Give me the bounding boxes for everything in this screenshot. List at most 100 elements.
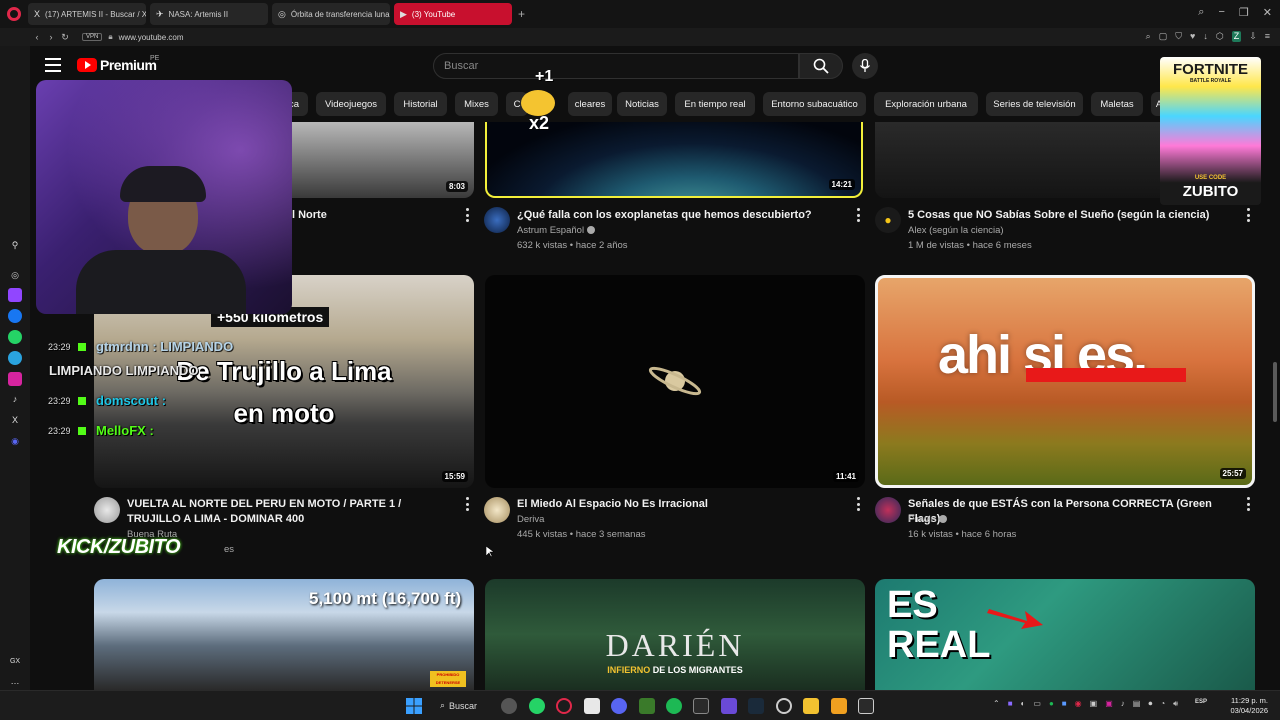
media-app-icon[interactable] xyxy=(748,698,764,714)
more-options-icon[interactable] xyxy=(463,208,471,222)
video-thumbnail[interactable]: ES REAL xyxy=(875,579,1255,690)
chip[interactable]: Noticias xyxy=(617,92,667,116)
whatsapp-icon[interactable] xyxy=(529,698,545,714)
search-input[interactable]: Buscar xyxy=(433,53,799,79)
tray-app-icon[interactable]: ▤ xyxy=(1133,699,1141,709)
opera-gx-logo-icon[interactable] xyxy=(0,0,28,28)
clock[interactable]: 11:29 p. m. 03/04/2026 xyxy=(1222,696,1268,716)
more-options-icon[interactable] xyxy=(854,497,862,511)
chip[interactable]: Entorno subacuático xyxy=(763,92,866,116)
obs-icon[interactable] xyxy=(776,698,792,714)
task-view-icon[interactable] xyxy=(501,698,517,714)
download-manager-icon[interactable]: ⇩ xyxy=(1249,31,1257,42)
heart-icon[interactable]: ♥ xyxy=(1190,31,1195,42)
channel-name[interactable]: Alex (según la ciencia) xyxy=(908,225,1004,236)
profile-icon[interactable]: Z xyxy=(1231,31,1242,42)
vpn-badge[interactable]: VPN xyxy=(82,33,103,41)
notes-app-icon[interactable] xyxy=(831,698,847,714)
tab-x-search[interactable]: X (17) ARTEMIS II - Buscar / X xyxy=(28,3,146,25)
wifi-icon[interactable]: ◔ xyxy=(1160,699,1165,709)
new-tab-icon[interactable]: + xyxy=(518,7,525,21)
channel-name[interactable]: Deriva xyxy=(517,514,544,525)
video-title[interactable]: Señales de que ESTÁS con la Persona CORR… xyxy=(908,497,1238,527)
extensions-icon[interactable]: ⬡ xyxy=(1216,31,1224,42)
video-thumbnail[interactable]: 11:41 xyxy=(485,275,865,488)
windows-start-icon[interactable] xyxy=(406,698,422,714)
opera-gx-icon[interactable] xyxy=(556,698,572,714)
chip[interactable]: Videojuegos xyxy=(316,92,386,116)
instagram-icon[interactable] xyxy=(8,372,22,386)
more-options-icon[interactable] xyxy=(1244,497,1252,511)
tray-app-icon[interactable]: ■ xyxy=(1062,699,1067,709)
hamburger-menu-icon[interactable] xyxy=(45,58,61,72)
reload-icon[interactable]: ↻ xyxy=(58,32,72,43)
snapshot-icon[interactable]: ▢ xyxy=(1159,31,1168,42)
terminal-icon[interactable] xyxy=(858,698,874,714)
ai-icon[interactable]: ◎ xyxy=(8,268,22,282)
channel-avatar[interactable] xyxy=(484,497,510,523)
youtube-logo-icon[interactable] xyxy=(77,58,97,72)
video-thumbnail[interactable]: 5,100 mt (16,700 ft) PROHIBIDO DETENERSE xyxy=(94,579,474,690)
more-icon[interactable]: … xyxy=(8,674,22,688)
chip[interactable]: En tiempo real xyxy=(675,92,755,116)
forward-icon[interactable]: › xyxy=(44,32,58,42)
lightbulb-icon[interactable]: ● xyxy=(875,207,901,233)
taskbar-search[interactable]: ⌕ Buscar xyxy=(440,700,477,711)
microphone-icon[interactable]: ⏺ xyxy=(1148,699,1152,709)
search-tabs-icon[interactable]: ⌕ xyxy=(1198,6,1204,19)
shield-icon[interactable]: ⛉ xyxy=(1175,31,1182,42)
tray-app-icon[interactable]: ▣ xyxy=(1105,699,1113,709)
maximize-icon[interactable]: ❐ xyxy=(1239,6,1249,19)
store-icon[interactable] xyxy=(584,698,600,714)
channel-name[interactable]: Pinwin xyxy=(908,514,947,525)
more-options-icon[interactable] xyxy=(854,208,862,222)
tray-app-icon[interactable]: ◐ xyxy=(1021,699,1026,709)
pin-icon[interactable]: ⚲ xyxy=(8,238,22,252)
tab-youtube[interactable]: ▶ (3) YouTube xyxy=(394,3,512,25)
back-icon[interactable]: ‹ xyxy=(30,32,44,42)
channel-avatar[interactable] xyxy=(484,207,510,233)
more-options-icon[interactable] xyxy=(463,497,471,511)
video-title[interactable]: VUELTA AL NORTE DEL PERU EN MOTO / PARTE… xyxy=(127,497,452,527)
volume-icon[interactable]: 🔊︎ xyxy=(1173,699,1178,709)
discord-icon[interactable]: ◉ xyxy=(8,434,22,448)
x-twitter-icon[interactable]: X xyxy=(8,413,22,427)
zoom-icon[interactable]: ⌕ xyxy=(1146,31,1151,42)
video-title[interactable]: l Norte xyxy=(292,208,327,223)
chip[interactable]: Maletas xyxy=(1091,92,1143,116)
url-field[interactable]: www.youtube.com xyxy=(119,33,184,42)
tray-app-icon[interactable]: ● xyxy=(1049,699,1054,709)
gx-label[interactable]: GX xyxy=(8,654,22,668)
tab-orbit[interactable]: ◎ Órbita de transferencia lunar xyxy=(272,3,390,25)
spotify-icon[interactable] xyxy=(666,698,682,714)
chip[interactable]: Mixes xyxy=(455,92,498,116)
file-explorer-icon[interactable] xyxy=(803,698,819,714)
channel-avatar[interactable] xyxy=(875,497,901,523)
shield-app-icon[interactable] xyxy=(639,698,655,714)
youtube-brand[interactable]: Premium xyxy=(100,57,157,73)
channel-name[interactable]: Astrum Español xyxy=(517,225,596,236)
page-scrollbar[interactable] xyxy=(1273,362,1277,422)
more-options-icon[interactable] xyxy=(1244,208,1252,222)
voice-search-button[interactable] xyxy=(852,53,878,79)
download-icon[interactable]: ↓ xyxy=(1203,31,1208,42)
g-app-icon[interactable] xyxy=(693,698,709,714)
search-button[interactable] xyxy=(799,53,843,79)
chevron-up-icon[interactable]: ⌃ xyxy=(993,699,1000,709)
close-icon[interactable]: ✕ xyxy=(1263,6,1272,19)
video-title[interactable]: ¿Qué falla con los exoplanetas que hemos… xyxy=(517,208,847,223)
tray-app-icon[interactable]: ♪ xyxy=(1121,699,1125,709)
tab-nasa[interactable]: ✈ NASA: Artemis II xyxy=(150,3,268,25)
chip[interactable]: Series de televisión xyxy=(986,92,1083,116)
chip[interactable]: Exploración urbana xyxy=(874,92,978,116)
whatsapp-icon[interactable] xyxy=(8,330,22,344)
minimize-icon[interactable]: − xyxy=(1218,6,1224,19)
chip[interactable]: cleares xyxy=(568,92,612,116)
keyboard-language[interactable]: ESP xyxy=(1195,699,1207,706)
tiktok-icon[interactable]: ♪ xyxy=(8,392,22,406)
twitch-icon[interactable] xyxy=(8,288,22,302)
tray-app-icon[interactable]: ◉ xyxy=(1075,699,1082,709)
tray-app-icon[interactable]: ▣ xyxy=(1090,699,1098,709)
telegram-icon[interactable] xyxy=(8,351,22,365)
video-thumbnail[interactable]: DARIÉN INFIERNO DE LOS MIGRANTES xyxy=(485,579,865,690)
